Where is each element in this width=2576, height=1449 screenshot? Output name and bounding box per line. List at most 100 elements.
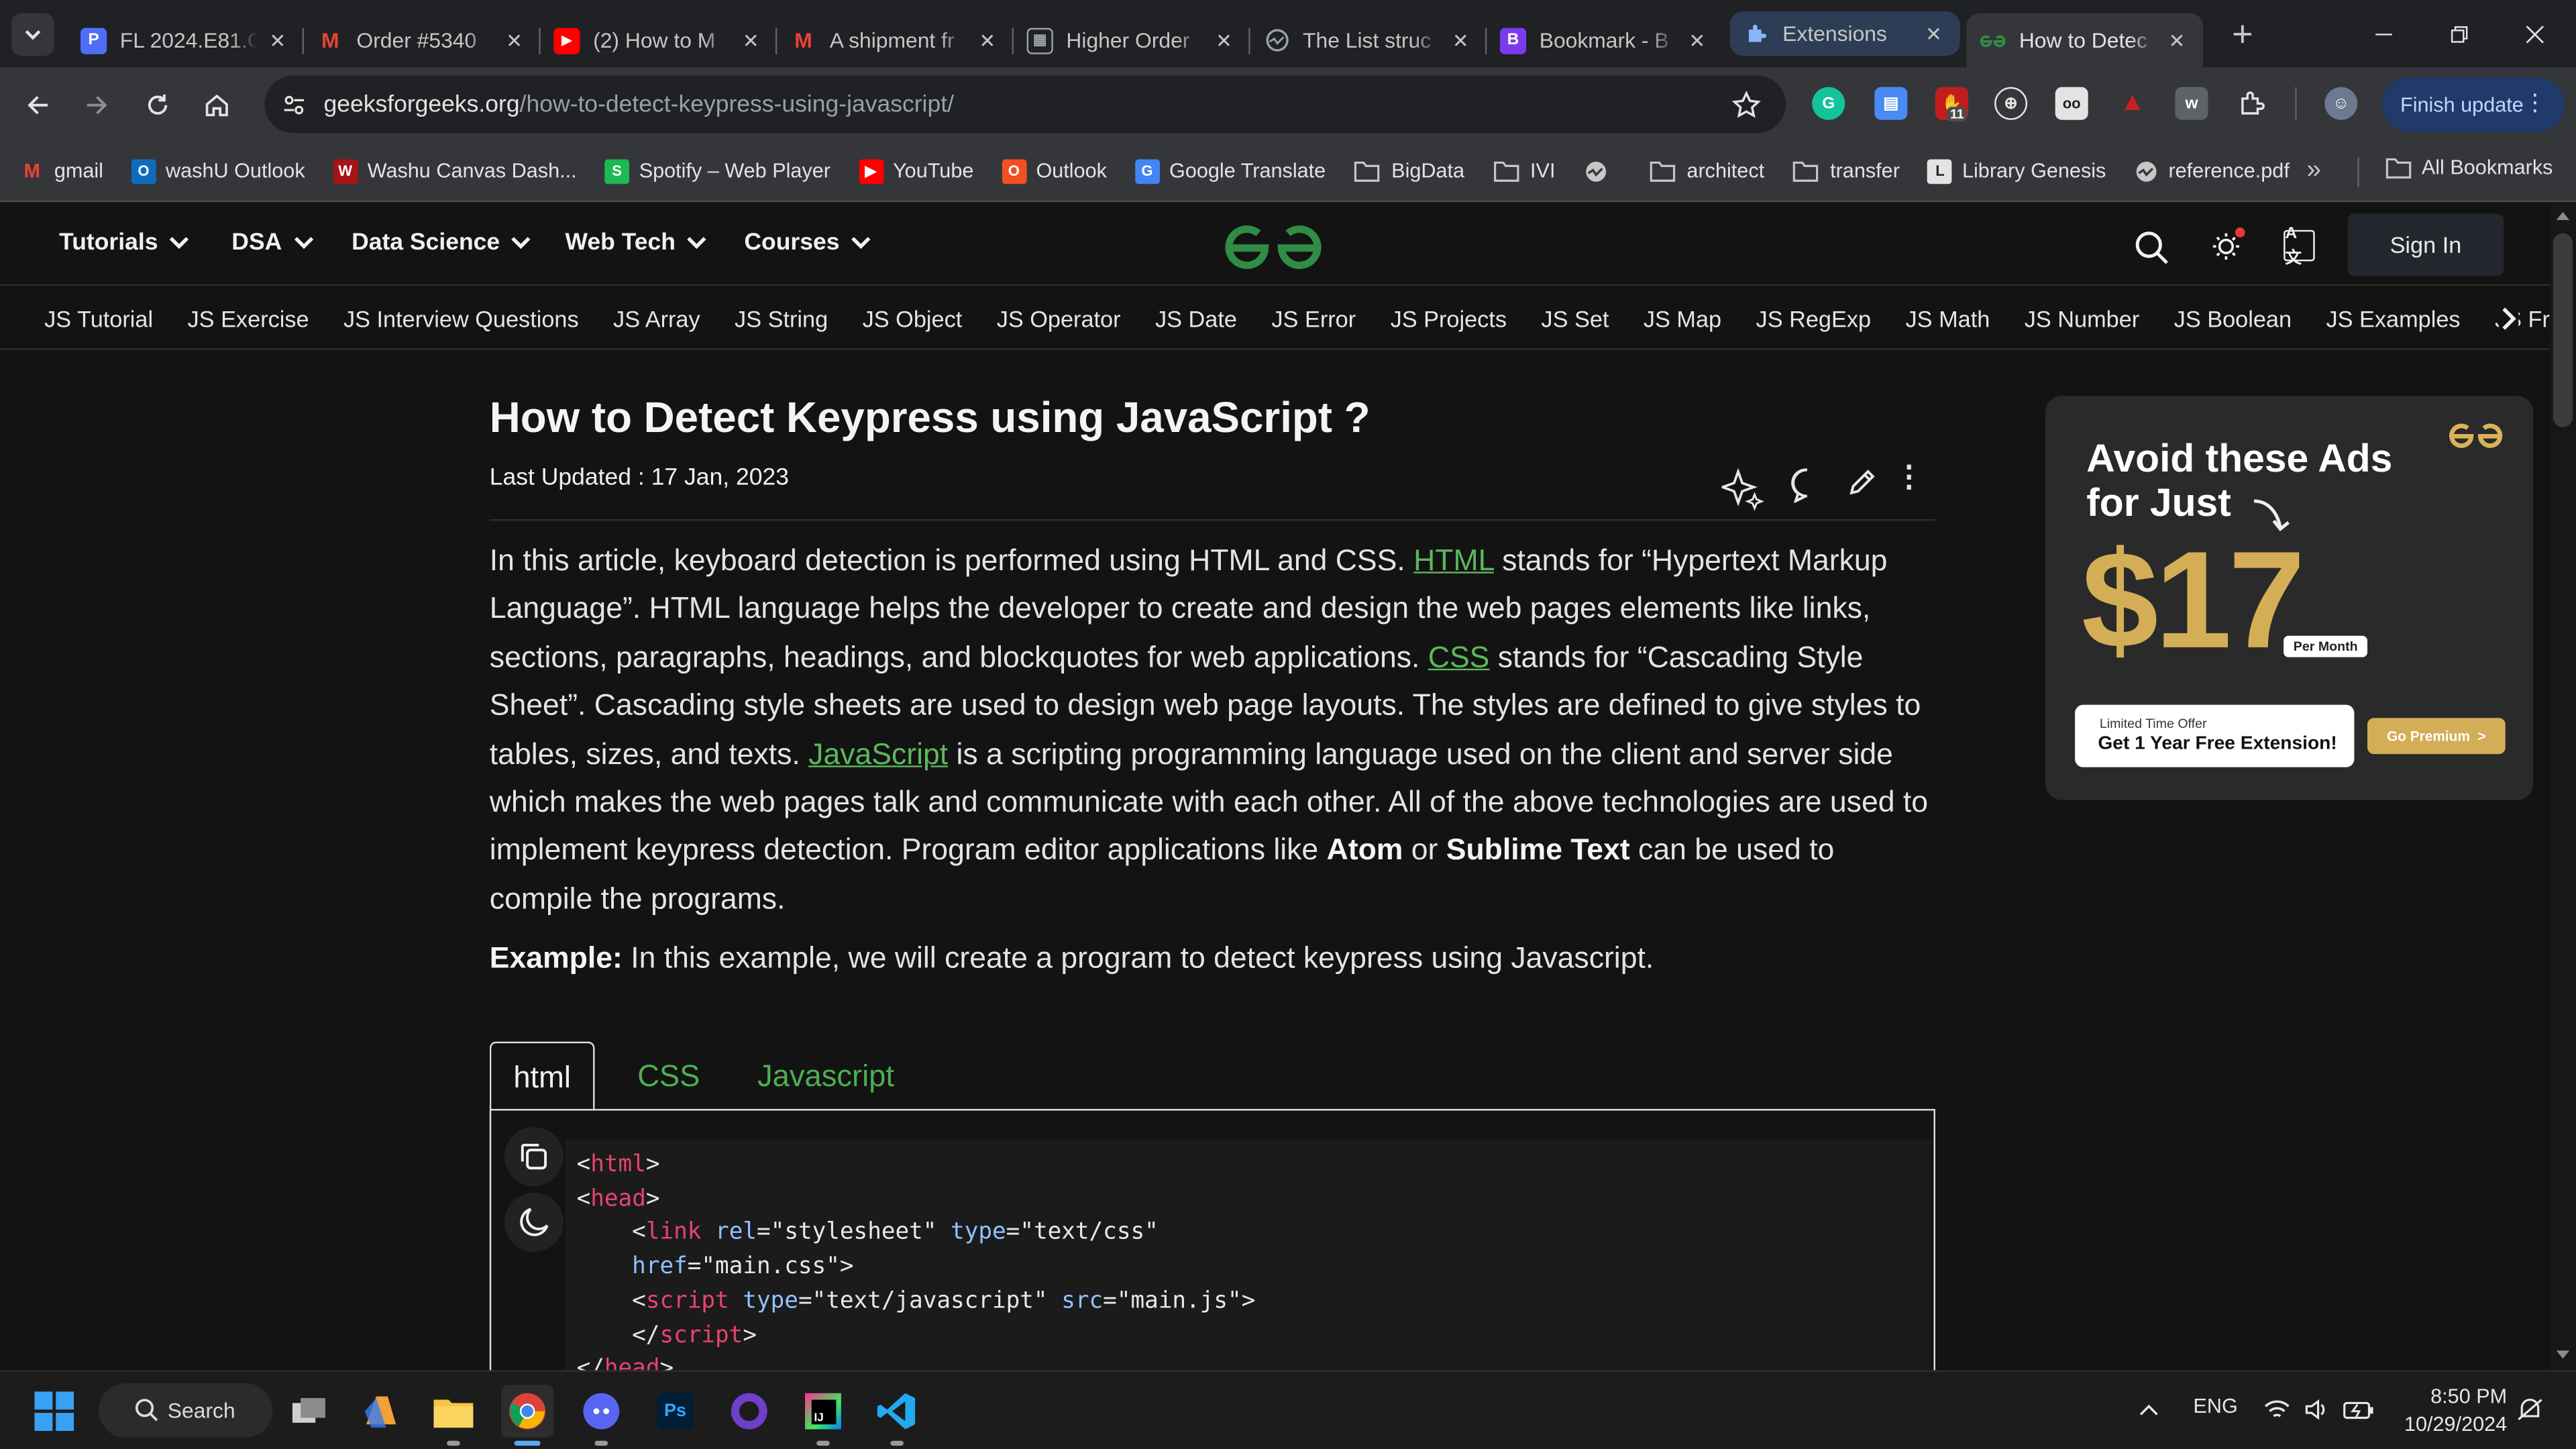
copy-code-button[interactable] [504, 1127, 564, 1187]
adblock-extension-icon[interactable]: ✋ 11 [1935, 87, 1968, 122]
html-link[interactable]: HTML [1413, 544, 1494, 577]
browser-tab[interactable]: ▶ (2) How to M ✕ [541, 13, 777, 68]
close-tab-icon[interactable]: ✕ [738, 27, 764, 53]
code-text[interactable]: <html> <head> <link rel="stylesheet" type… [577, 1148, 1256, 1387]
volume-icon[interactable] [2303, 1398, 2329, 1421]
sign-in-button[interactable]: Sign In [2347, 213, 2504, 276]
glasses-extension-icon[interactable]: oo [2055, 87, 2088, 120]
dark-mode-button[interactable] [504, 1192, 564, 1252]
docs-extension-icon[interactable]: ▤ [1874, 87, 1908, 120]
close-tab-icon[interactable]: ✕ [1921, 21, 1947, 47]
bookmark-item[interactable]: S Spotify – Web Player [604, 158, 830, 184]
search-icon[interactable] [2134, 230, 2170, 266]
task-view-icon[interactable] [282, 1385, 335, 1438]
subnav-item[interactable]: JS Number [2025, 305, 2140, 331]
copilot-icon[interactable] [355, 1385, 407, 1438]
edit-pencil-icon[interactable] [1847, 465, 1880, 498]
bookmark-item[interactable]: Mgmail [19, 158, 103, 183]
browser-tab[interactable]: B Bookmark - B ✕ [1487, 13, 1723, 68]
subnav-item[interactable]: JS Boolean [2174, 305, 2292, 331]
subnav-item[interactable]: JS String [735, 305, 828, 331]
menu-web-tech[interactable]: Web Tech [565, 230, 708, 256]
subnav-item[interactable]: JS Map [1644, 305, 1721, 331]
close-tab-icon[interactable]: ✕ [501, 27, 527, 53]
menu-courses[interactable]: Courses [744, 230, 872, 256]
pdf-extension-icon[interactable]: ▲ [2116, 87, 2149, 120]
extensions-puzzle-icon[interactable] [2236, 87, 2269, 120]
scroll-down-icon[interactable] [2556, 1350, 2570, 1360]
notifications-icon[interactable] [2517, 1397, 2543, 1423]
translate-icon[interactable]: A文 [2284, 224, 2315, 267]
close-tab-icon[interactable]: ✕ [1684, 27, 1710, 53]
css-link[interactable]: CSS [1428, 641, 1490, 674]
theme-toggle-icon[interactable] [2210, 227, 2246, 263]
close-tab-icon[interactable]: ✕ [264, 27, 290, 53]
battery-icon[interactable] [2343, 1398, 2375, 1421]
premium-ad[interactable]: Avoid these Ads for Just $17 Per Month L… [2045, 396, 2534, 800]
subnav-item[interactable]: JS Math [1906, 305, 1990, 331]
tray-overflow-icon[interactable] [2139, 1403, 2159, 1416]
bookmark-item[interactable]: OwashU Outlook [131, 158, 305, 184]
subnav-item[interactable]: JS Operator [997, 305, 1121, 331]
start-button[interactable] [28, 1385, 80, 1438]
comment-icon[interactable] [1789, 467, 1825, 503]
bookmark-item[interactable]: architect [1649, 158, 1764, 183]
all-bookmarks-button[interactable]: All Bookmarks [2385, 156, 2553, 179]
minimize-button[interactable] [2346, 0, 2422, 67]
star-icon[interactable] [1731, 91, 1761, 120]
subnav-item[interactable]: JS Examples [2326, 305, 2460, 331]
new-tab-button[interactable]: + [2220, 11, 2266, 57]
browser-tab[interactable]: P FL 2024.E81.C ✕ [67, 13, 305, 68]
photoshop-icon[interactable]: Ps [649, 1385, 701, 1438]
more-options-icon[interactable]: ⋮ [1894, 460, 1924, 494]
go-premium-button[interactable]: Go Premium > [2367, 718, 2506, 755]
bookmark-item[interactable] [1583, 158, 1617, 183]
subnav-item[interactable]: JS Array [613, 305, 700, 331]
gfg-logo[interactable] [1222, 220, 1324, 272]
w-extension-icon[interactable]: w [2175, 87, 2208, 120]
vscode-icon[interactable] [871, 1385, 923, 1438]
more-bookmarks-button[interactable]: » [2306, 156, 2321, 186]
site-info-icon[interactable] [281, 92, 307, 118]
bookmark-item[interactable]: W Washu Canvas Dash... [333, 158, 577, 184]
bookmark-item[interactable]: G Google Translate [1134, 158, 1326, 184]
subnav-item[interactable]: JS Date [1155, 305, 1237, 331]
language-indicator[interactable]: ENG [2193, 1395, 2237, 1417]
bookmark-item[interactable]: transfer [1792, 158, 1900, 183]
bookmark-item[interactable]: IVI [1493, 158, 1556, 183]
grammarly-extension-icon[interactable]: G [1812, 87, 1845, 120]
restore-button[interactable] [2422, 0, 2498, 67]
subnav-item[interactable]: JS Projects [1391, 305, 1507, 331]
scroll-up-icon[interactable] [2556, 210, 2570, 221]
close-tab-icon[interactable]: ✕ [1211, 27, 1237, 53]
chrome-icon[interactable] [500, 1385, 554, 1438]
clock[interactable]: 8:50 PM 10/29/2024 [2396, 1383, 2507, 1439]
subnav-item[interactable]: JS Object [863, 305, 963, 331]
close-window-button[interactable] [2497, 0, 2573, 67]
menu-data-science[interactable]: Data Science [352, 230, 533, 256]
browser-tab[interactable]: Extensions ✕ [1729, 11, 1960, 56]
subnav-item[interactable]: JS Set [1541, 305, 1609, 331]
browser-tab[interactable]: M Order #5340 ✕ [304, 13, 541, 68]
back-button[interactable] [13, 80, 62, 129]
taskbar-search[interactable]: Search [98, 1383, 273, 1438]
browser-tab[interactable]: M A shipment fr ✕ [777, 13, 1014, 68]
close-tab-icon[interactable]: ✕ [974, 27, 1000, 53]
wifi-icon[interactable] [2264, 1398, 2290, 1421]
browser-tab[interactable]: ▦ Higher Order ✕ [1014, 13, 1250, 68]
subnav-item[interactable]: JS Tutorial [44, 305, 153, 331]
subnav-item[interactable]: JS Exercise [188, 305, 309, 331]
tab-search-button[interactable] [11, 12, 54, 56]
bookmark-item[interactable]: O Outlook [1002, 158, 1107, 184]
subnav-item[interactable]: JS Error [1271, 305, 1356, 331]
javascript-link[interactable]: JavaScript [808, 737, 948, 770]
bookmark-item[interactable]: reference.pdf [2134, 158, 2290, 183]
close-tab-icon[interactable]: ✕ [1448, 27, 1474, 53]
ai-sparkle-icon[interactable] [1721, 468, 1765, 511]
globe-extension-icon[interactable]: ⊕ [1994, 87, 2028, 120]
discord-icon[interactable] [575, 1385, 627, 1438]
tab-html[interactable]: html [489, 1041, 595, 1112]
file-explorer-icon[interactable] [427, 1385, 480, 1438]
menu-dsa[interactable]: DSA [231, 230, 315, 256]
profile-avatar[interactable]: ☺ [2324, 87, 2358, 120]
